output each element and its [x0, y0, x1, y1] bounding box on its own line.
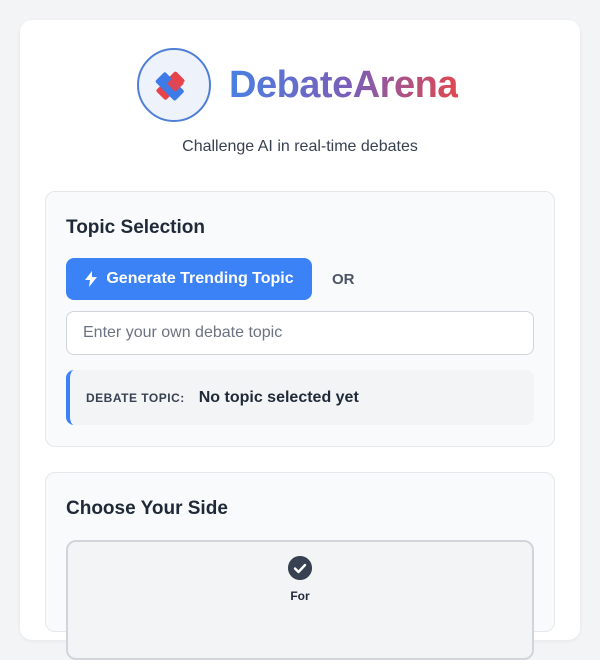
- side-option-label: For: [290, 589, 310, 603]
- generate-topic-label: Generate Trending Topic: [106, 270, 294, 287]
- choose-side-panel: Choose Your Side For: [45, 472, 555, 660]
- custom-topic-input[interactable]: [66, 311, 534, 355]
- tagline: Challenge AI in real-time debates: [182, 138, 418, 155]
- side-option-for[interactable]: For: [66, 540, 534, 660]
- debate-topic-value: No topic selected yet: [198, 388, 359, 406]
- topic-section-title: Topic Selection: [66, 217, 206, 238]
- generate-topic-button[interactable]: Generate Trending Topic: [66, 258, 312, 300]
- lightning-icon: [85, 271, 98, 287]
- brand-header: DebateArena: [137, 48, 458, 122]
- debate-topic-display: DEBATE TOPIC: No topic selected yet: [66, 370, 534, 425]
- or-separator: OR: [332, 271, 355, 288]
- topic-selection-panel: Topic Selection Generate Trending Topic …: [45, 191, 555, 447]
- brand-name: DebateArena: [229, 63, 458, 106]
- check-circle-icon: [288, 556, 312, 580]
- logo: [137, 48, 211, 122]
- side-section-title: Choose Your Side: [66, 498, 228, 519]
- debate-topic-key: DEBATE TOPIC:: [86, 390, 185, 405]
- crossed-bars-icon: [155, 71, 185, 101]
